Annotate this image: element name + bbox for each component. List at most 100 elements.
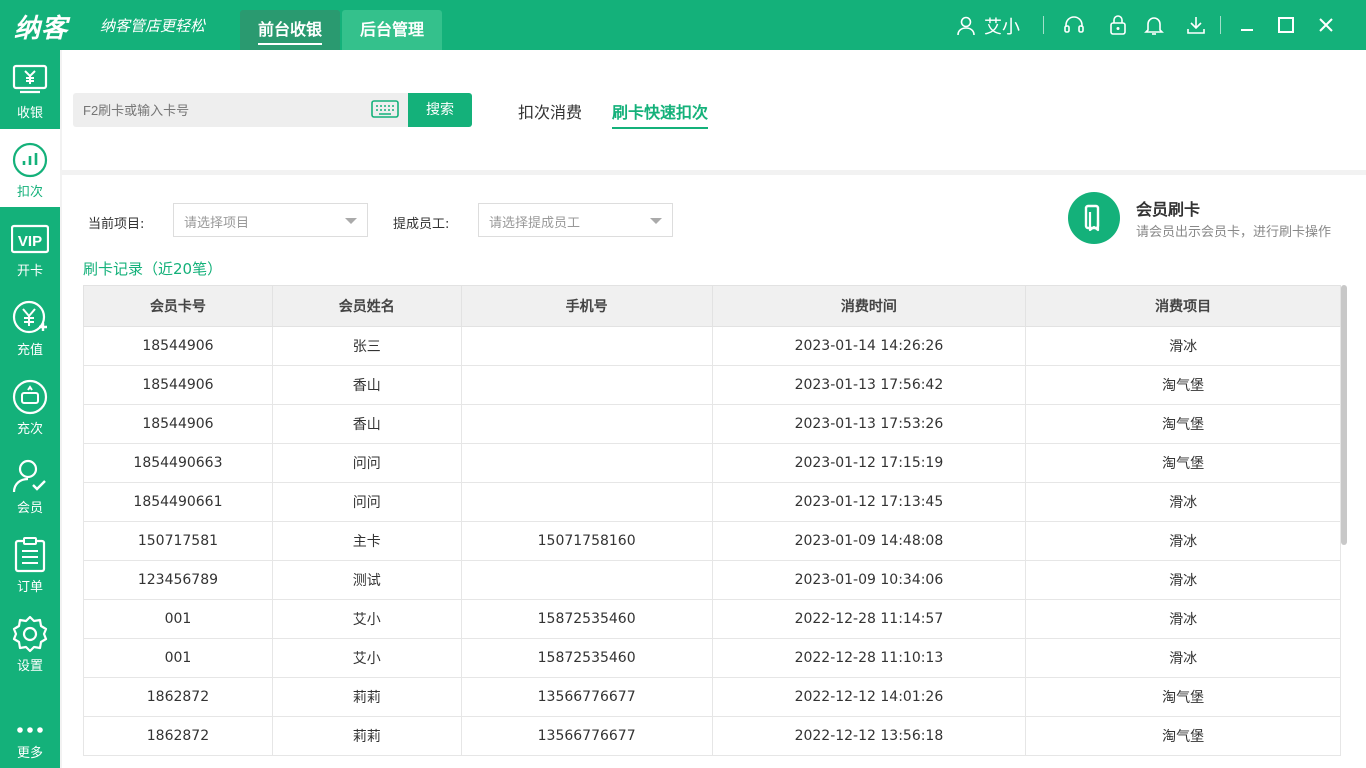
cell-phone: 13566776677 [460,716,713,756]
sidebar-item-more[interactable]: 更多 [0,690,60,768]
cell-member-name: 问问 [271,443,462,483]
sidebar-item-order[interactable]: 订单 [0,524,60,602]
sidebar-item-label: 会员 [16,501,43,516]
user-name: 艾小 [984,17,1020,38]
cell-phone [460,326,713,366]
project-label: 当前项目: [88,217,145,232]
sidebar-item-refill[interactable]: 充次 [0,366,60,444]
close-icon[interactable] [1315,14,1337,36]
table-header-row: 会员卡号 会员姓名 手机号 消费时间 消费项目 [83,285,1341,327]
records-title: 刷卡记录（近20笔） [83,260,223,278]
user-menu[interactable]: 艾小 [956,13,1020,39]
cell-consume-item: 淘气堡 [1025,443,1341,483]
col-card-number[interactable]: 会员卡号 [83,285,273,327]
table-row[interactable]: 18544906 香山 2023-01-13 17:56:42 淘气堡 [83,365,1341,405]
cell-consume-time: 2023-01-09 10:34:06 [711,560,1027,600]
cell-consume-item: 滑冰 [1025,482,1341,522]
cell-consume-time: 2023-01-13 17:53:26 [711,404,1027,444]
sidebar-item-member[interactable]: 会员 [0,445,60,523]
cell-consume-time: 2023-01-09 14:48:08 [711,521,1027,561]
project-select[interactable]: 请选择项目 [173,203,368,237]
cell-phone: 15872535460 [460,599,713,639]
card-swipe-icon [1084,204,1100,232]
keyboard-icon[interactable] [371,100,399,118]
cell-phone: 15071758160 [460,521,713,561]
table-row[interactable]: 18544906 张三 2023-01-14 14:26:26 滑冰 [83,326,1341,366]
cell-member-name: 主卡 [271,521,462,561]
recharge-icon [12,300,47,334]
sidebar-item-open-card[interactable]: VIP 开卡 [0,208,60,286]
cell-member-name: 张三 [271,326,462,366]
cell-card-number: 18544906 [83,326,273,366]
records-table: 会员卡号 会员姓名 手机号 消费时间 消费项目 18544906 张三 2023-0… [83,285,1341,756]
table-row[interactable]: 1854490663 问问 2023-01-12 17:15:19 淘气堡 [83,443,1341,483]
cell-card-number: 1862872 [83,677,273,717]
cell-consume-time: 2022-12-12 13:56:18 [711,716,1027,756]
sidebar-item-label: 收银 [16,106,43,121]
table-row[interactable]: 001 艾小 15872535460 2022-12-28 11:10:13 滑冰 [83,638,1341,678]
search-button[interactable]: 搜索 [408,93,472,127]
search-panel: 搜索 扣次消费 刷卡快速扣次 [62,50,1366,170]
swipe-card-button[interactable] [1068,192,1120,244]
headset-icon[interactable] [1063,14,1085,36]
divider [1043,16,1044,34]
col-consume-time[interactable]: 消费时间 [711,285,1027,327]
sidebar-item-label: 开卡 [16,264,43,279]
sidebar-item-settings[interactable]: 设置 [0,603,60,681]
table-row[interactable]: 18544906 香山 2023-01-13 17:53:26 淘气堡 [83,404,1341,444]
cell-consume-item: 滑冰 [1025,599,1341,639]
chart-icon [12,142,48,178]
tab-deduct-consume[interactable]: 扣次消费 [518,99,582,123]
tab-front-cashier[interactable]: 前台收银 [240,10,340,50]
table-scrollbar[interactable] [1341,285,1347,545]
sidebar-item-deduct[interactable]: 扣次 [0,129,60,207]
lock-icon[interactable] [1107,14,1129,36]
sidebar-item-label: 扣次 [16,185,43,200]
cell-card-number: 150717581 [83,521,273,561]
sidebar-item-recharge[interactable]: 充值 [0,287,60,365]
sidebar-item-cashier[interactable]: 收银 [0,50,60,128]
chevron-down-icon [650,218,662,224]
table-row[interactable]: 1854490661 问问 2023-01-12 17:13:45 滑冰 [83,482,1341,522]
bell-icon[interactable] [1143,14,1165,36]
cashier-icon [12,64,48,94]
cell-phone [460,482,713,522]
table-row[interactable]: 150717581 主卡 15071758160 2023-01-09 14:48:0… [83,521,1341,561]
cell-consume-item: 滑冰 [1025,326,1341,366]
table-row[interactable]: 1862872 莉莉 13566776677 2022-12-12 14:01:26 淘… [83,677,1341,717]
top-bar: 纳客 纳客管店更轻松 前台收银 后台管理 艾小 [0,0,1366,50]
cell-consume-time: 2023-01-14 14:26:26 [711,326,1027,366]
more-icon [17,727,43,733]
table-row[interactable]: 1862872 莉莉 13566776677 2022-12-12 13:56:18 淘… [83,716,1341,756]
maximize-icon[interactable] [1275,14,1297,36]
minimize-icon[interactable] [1236,14,1258,36]
cell-phone [460,443,713,483]
staff-select[interactable]: 请选择提成员工 [478,203,673,237]
tab-back-management[interactable]: 后台管理 [342,10,442,50]
card-prompt-subtitle: 请会员出示会员卡，进行刷卡操作 [1136,225,1332,240]
col-member-name[interactable]: 会员姓名 [271,285,462,327]
sidebar-item-label: 更多 [16,746,43,761]
cell-member-name: 测试 [271,560,462,600]
cell-phone [460,404,713,444]
col-consume-item[interactable]: 消费项目 [1025,285,1341,327]
download-icon[interactable] [1185,14,1207,36]
sidebar-item-label: 设置 [16,659,43,674]
cell-consume-item: 淘气堡 [1025,716,1341,756]
tab-quick-deduct[interactable]: 刷卡快速扣次 [612,99,709,129]
user-icon [957,16,975,36]
cell-member-name: 香山 [271,365,462,405]
app-slogan: 纳客管店更轻松 [100,17,206,35]
tab-label: 后台管理 [359,20,424,39]
table-row[interactable]: 001 艾小 15872535460 2022-12-28 11:14:57 滑冰 [83,599,1341,639]
col-phone[interactable]: 手机号 [460,285,713,327]
cell-card-number: 1854490663 [83,443,273,483]
cell-card-number: 18544906 [83,365,273,405]
member-icon [12,459,46,493]
tab-label: 前台收银 [257,20,322,45]
gear-icon [12,615,48,653]
sidebar-item-label: 充次 [16,422,43,437]
card-search-input[interactable] [73,93,353,127]
table-row[interactable]: 123456789 测试 2023-01-09 10:34:06 滑冰 [83,560,1341,600]
cell-consume-time: 2022-12-12 14:01:26 [711,677,1027,717]
